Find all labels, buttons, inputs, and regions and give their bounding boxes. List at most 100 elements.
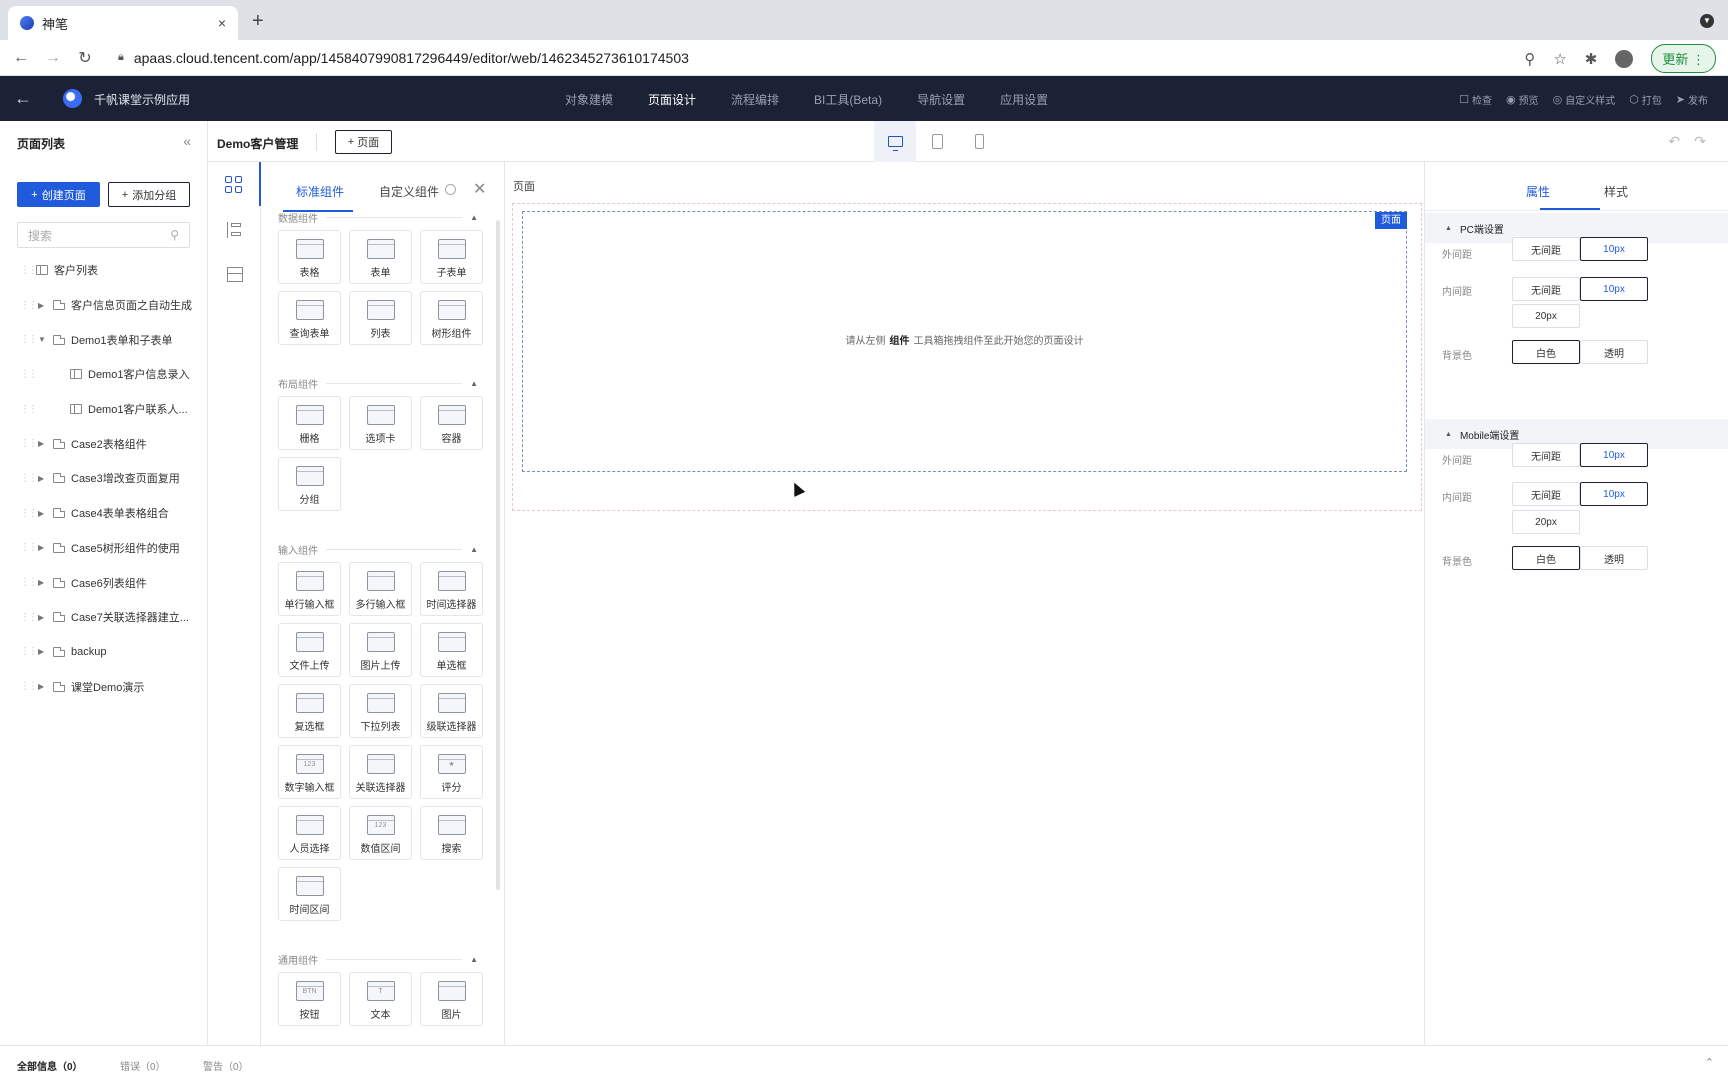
page-tree-item[interactable]: ⋮⋮ ▶ Case5树形组件的使用 (0, 531, 207, 566)
drag-handle-icon[interactable]: ⋮⋮ (20, 404, 38, 415)
component-card[interactable]: 图片 (420, 972, 483, 1026)
expand-chevron-up-icon[interactable]: ⌃ (1705, 1056, 1714, 1069)
component-card[interactable]: 人员选择 (278, 806, 341, 860)
url-field[interactable]: 🔒︎ apaas.cloud.tencent.com/app/145840799… (118, 50, 689, 66)
close-panel-icon[interactable]: ✕ (473, 179, 486, 199)
mobile-view-button[interactable] (958, 121, 1000, 162)
components-tool-button[interactable] (208, 162, 261, 206)
page-tree-item[interactable]: ⋮⋮ ▶ 课堂Demo演示 (0, 669, 207, 704)
tab-custom-components[interactable]: 自定义组件 (379, 183, 439, 200)
tab-style[interactable]: 样式 (1604, 183, 1628, 200)
expand-right-icon[interactable]: ▶ (38, 301, 44, 310)
page-tree-item[interactable]: ⋮⋮ 客户列表 (0, 253, 207, 288)
drag-handle-icon[interactable]: ⋮⋮ (20, 438, 38, 449)
templates-tool-button[interactable] (208, 252, 261, 296)
expand-right-icon[interactable]: ▶ (38, 682, 44, 691)
add-group-button[interactable]: + 添加分组 (108, 182, 190, 207)
expand-right-icon[interactable]: ▶ (38, 613, 44, 622)
component-card[interactable]: 表格 (278, 230, 341, 284)
component-card[interactable]: 容器 (420, 396, 483, 450)
browser-tab[interactable]: 神笔 × (8, 6, 238, 40)
expand-right-icon[interactable]: ▶ (38, 578, 44, 587)
mobile-bg-white-option[interactable]: 白色 (1512, 546, 1580, 570)
top-nav-item[interactable]: 页面设计 (648, 91, 696, 108)
expand-down-icon[interactable]: ▼ (38, 335, 46, 344)
tablet-view-button[interactable] (916, 121, 958, 162)
page-tree-item[interactable]: ⋮⋮ ▶ backup (0, 635, 207, 670)
mobile-margin-none-option[interactable]: 无间距 (1512, 443, 1580, 467)
expand-right-icon[interactable]: ▶ (38, 474, 44, 483)
header-action-1[interactable]: ◉ 预览 (1506, 92, 1539, 107)
top-nav-item[interactable]: 对象建模 (565, 91, 613, 108)
new-tab-button[interactable]: + (252, 10, 264, 33)
drag-handle-icon[interactable]: ⋮⋮ (20, 473, 38, 484)
top-nav-item[interactable]: 流程编排 (731, 91, 779, 108)
page-tree-item[interactable]: ⋮⋮ Demo1客户信息录入 (0, 357, 207, 392)
status-warnings-tab[interactable]: 警告（0） (203, 1058, 249, 1073)
expand-right-icon[interactable]: ▶ (38, 509, 44, 518)
pc-bg-transparent-option[interactable]: 透明 (1580, 340, 1648, 364)
component-card[interactable]: 图片上传 (349, 623, 412, 677)
component-card[interactable]: T 文本 (349, 972, 412, 1026)
top-nav-item[interactable]: BI工具(Beta) (814, 91, 882, 108)
zoom-icon[interactable]: ⚲ (1524, 50, 1535, 68)
mobile-padding-10px-option[interactable]: 10px (1580, 482, 1648, 506)
collapse-panel-icon[interactable]: « (183, 133, 191, 149)
tab-search-icon[interactable]: ▼ (1700, 14, 1714, 28)
page-tree-item[interactable]: ⋮⋮ ▼ Demo1表单和子表单 (0, 322, 207, 357)
component-card[interactable]: 单行输入框 (278, 562, 341, 616)
reload-icon[interactable]: ↻ (74, 48, 96, 68)
outline-tool-button[interactable] (208, 208, 261, 252)
canvas-page-drop-zone[interactable]: 页面 请从左侧 组件 工具箱拖拽组件至此开始您的页面设计 (522, 211, 1407, 472)
page-tree-item[interactable]: ⋮⋮ ▶ Case6列表组件 (0, 565, 207, 600)
component-card[interactable]: 表单 (349, 230, 412, 284)
component-card[interactable]: 123 数值区间 (349, 806, 412, 860)
page-tree-item[interactable]: ⋮⋮ Demo1客户联系人... (0, 392, 207, 427)
header-action-3[interactable]: ⬡ 打包 (1629, 92, 1662, 107)
component-section-title[interactable]: 通用组件 ▲ (278, 952, 478, 967)
drag-handle-icon[interactable]: ⋮⋮ (20, 508, 38, 519)
component-section-title[interactable]: 输入组件 ▲ (278, 542, 478, 557)
header-action-4[interactable]: ➤ 发布 (1676, 92, 1708, 107)
drag-handle-icon[interactable]: ⋮⋮ (20, 334, 38, 345)
mobile-bg-transparent-option[interactable]: 透明 (1580, 546, 1648, 570)
expand-right-icon[interactable]: ▶ (38, 439, 44, 448)
expand-right-icon[interactable]: ▶ (38, 647, 44, 656)
component-card[interactable]: BTN 按钮 (278, 972, 341, 1026)
collapse-caret-icon[interactable]: ▲ (470, 379, 478, 388)
component-card[interactable]: ★ 评分 (420, 745, 483, 799)
component-card[interactable]: 关联选择器 (349, 745, 412, 799)
page-tree-item[interactable]: ⋮⋮ ▶ Case3增改查页面复用 (0, 461, 207, 496)
component-card[interactable]: 树形组件 (420, 291, 483, 345)
app-back-icon[interactable]: ← (14, 88, 32, 109)
drag-handle-icon[interactable]: ⋮⋮ (20, 612, 38, 623)
expand-right-icon[interactable]: ▶ (38, 543, 44, 552)
component-card[interactable]: 栅格 (278, 396, 341, 450)
component-card[interactable]: 123 数字输入框 (278, 745, 341, 799)
bookmark-star-icon[interactable]: ☆ (1553, 50, 1566, 68)
pc-padding-10px-option[interactable]: 10px (1580, 277, 1648, 301)
drag-handle-icon[interactable]: ⋮⋮ (20, 646, 38, 657)
settings-circle-icon[interactable] (445, 184, 456, 195)
component-card[interactable]: 级联选择器 (420, 684, 483, 738)
extensions-icon[interactable]: ✱ (1585, 50, 1598, 68)
component-card[interactable]: 分组 (278, 457, 341, 511)
pc-padding-none-option[interactable]: 无间距 (1512, 277, 1580, 301)
collapse-caret-icon[interactable]: ▲ (470, 545, 478, 554)
profile-avatar[interactable] (1615, 49, 1634, 68)
page-tree-item[interactable]: ⋮⋮ ▶ Case4表单表格组合 (0, 496, 207, 531)
collapse-caret-icon[interactable]: ▲ (470, 213, 478, 222)
drag-handle-icon[interactable]: ⋮⋮ (20, 369, 38, 380)
component-section-title[interactable]: 布局组件 ▲ (278, 376, 478, 391)
component-card[interactable]: 查询表单 (278, 291, 341, 345)
header-action-2[interactable]: ◎ 自定义样式 (1553, 92, 1616, 107)
page-tree-item[interactable]: ⋮⋮ ▶ Case2表格组件 (0, 426, 207, 461)
drag-handle-icon[interactable]: ⋮⋮ (20, 265, 38, 276)
tab-close-icon[interactable]: × (218, 15, 226, 31)
status-all-tab[interactable]: 全部信息（0） (17, 1058, 83, 1073)
update-button[interactable]: 更新 ⋮ (1651, 44, 1716, 73)
tab-standard-components[interactable]: 标准组件 (296, 183, 344, 200)
pc-margin-none-option[interactable]: 无间距 (1512, 237, 1580, 261)
component-card[interactable]: 时间区间 (278, 867, 341, 921)
page-tree-item[interactable]: ⋮⋮ ▶ Case7关联选择器建立... (0, 600, 207, 635)
